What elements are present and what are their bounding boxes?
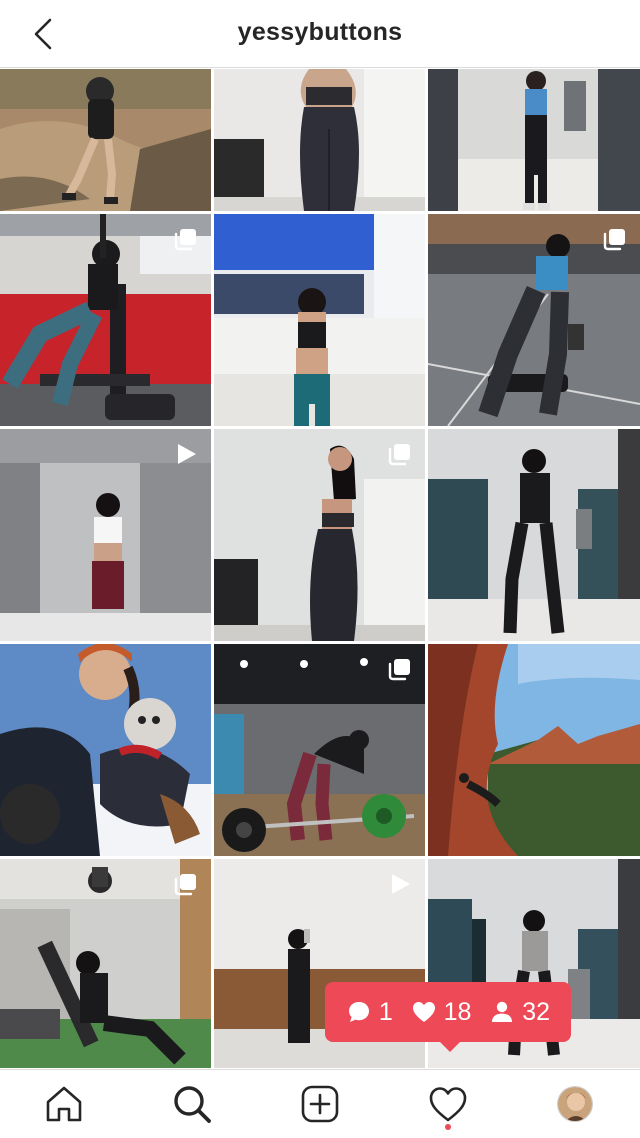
nav-home[interactable]: [42, 1082, 86, 1126]
activity-indicator-dot: [445, 1124, 451, 1130]
top-bar: yessybuttons: [0, 0, 640, 68]
person-icon: [492, 1001, 513, 1022]
likes-count: 18: [411, 997, 472, 1027]
nav-search[interactable]: [170, 1082, 214, 1126]
post-thumbnail[interactable]: [0, 214, 211, 426]
nav-profile-avatar[interactable]: [557, 1086, 593, 1122]
comments-count: 1: [346, 998, 393, 1027]
search-icon: [174, 1086, 211, 1123]
post-thumbnail[interactable]: [214, 214, 425, 426]
new-post-icon: [301, 1085, 339, 1123]
post-thumbnail[interactable]: [428, 644, 640, 856]
post-thumbnail[interactable]: [0, 859, 211, 1068]
post-thumbnail[interactable]: [428, 69, 640, 211]
post-image: [214, 214, 425, 426]
post-thumbnail[interactable]: [214, 69, 425, 211]
activity-heart-icon: [429, 1087, 467, 1122]
post-image: [214, 69, 425, 211]
post-thumbnail[interactable]: [428, 429, 640, 641]
post-image: [0, 644, 211, 856]
post-image: [428, 644, 640, 856]
followers-count: 32: [489, 998, 550, 1027]
carousel-icon: [174, 229, 196, 251]
carousel-icon: [603, 229, 625, 251]
profile-username: yessybuttons: [237, 18, 403, 46]
post-thumbnail[interactable]: [214, 644, 425, 856]
nav-activity[interactable]: [426, 1082, 470, 1126]
post-image: [428, 429, 640, 641]
post-thumbnail[interactable]: [0, 429, 211, 641]
post-thumbnail[interactable]: [0, 644, 211, 856]
post-thumbnail[interactable]: [214, 429, 425, 641]
carousel-icon: [388, 659, 410, 681]
post-image: [0, 69, 211, 211]
post-thumbnail[interactable]: [0, 69, 211, 211]
comment-icon: [348, 1002, 369, 1022]
likes-count-value: 18: [443, 997, 472, 1026]
activity-notification[interactable]: 1 18 32: [325, 982, 571, 1052]
post-thumbnail[interactable]: [428, 214, 640, 426]
heart-icon: [412, 1002, 435, 1022]
post-grid: [0, 69, 640, 1069]
home-icon: [46, 1086, 82, 1122]
nav-new-post[interactable]: [298, 1082, 342, 1126]
followers-count-value: 32: [522, 997, 551, 1026]
comments-count-value: 1: [378, 997, 393, 1026]
carousel-icon: [388, 444, 410, 466]
video-icon: [178, 444, 196, 464]
video-icon: [392, 874, 410, 894]
carousel-icon: [174, 874, 196, 896]
post-image: [428, 69, 640, 211]
